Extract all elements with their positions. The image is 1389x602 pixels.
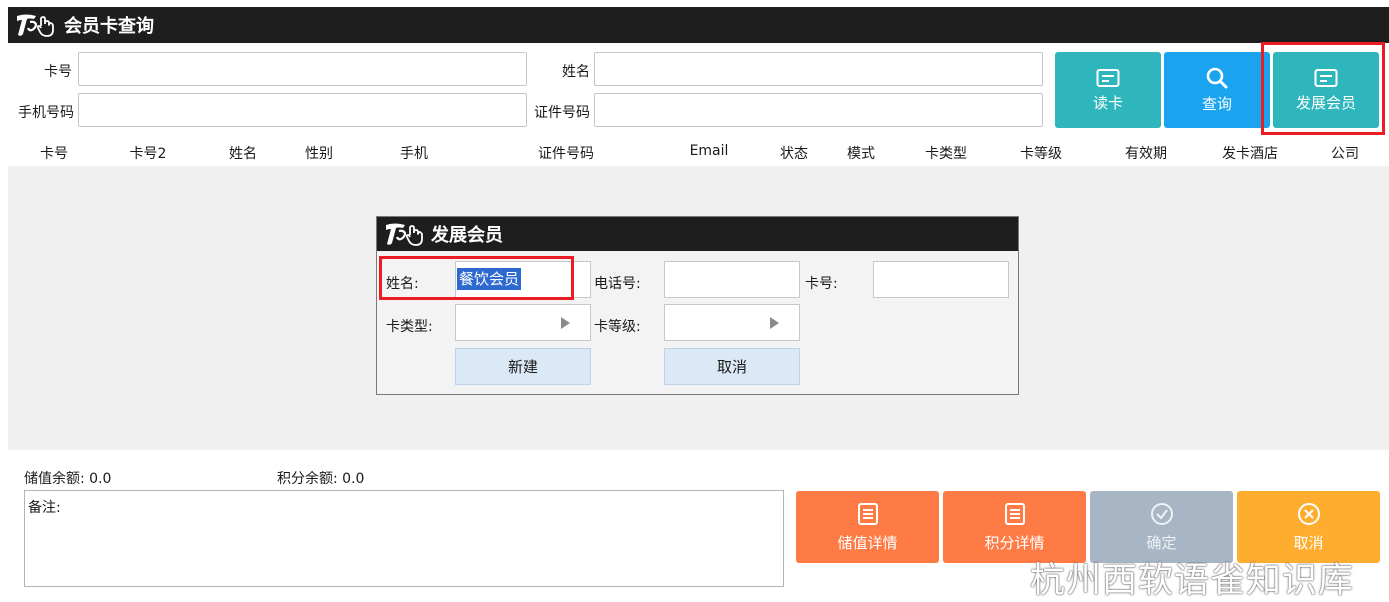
column-header[interactable]: 手机 xyxy=(400,143,428,163)
dialog-title: 发展会员 xyxy=(431,225,503,246)
new-member-dialog: 发展会员 姓名: 电话号: 卡号: 卡类型: 卡等级: 新建 取消 xyxy=(376,216,1019,395)
dialog-titlebar: 发展会员 xyxy=(377,217,1018,251)
column-header[interactable]: 卡号 xyxy=(40,143,68,163)
dropdown-arrow-icon xyxy=(770,317,779,329)
phone-label: 手机号码 xyxy=(18,105,74,121)
watermark-text: 杭州西软语雀知识库 xyxy=(1030,561,1355,601)
column-header[interactable]: Email xyxy=(690,143,729,159)
table-header: 卡号 卡号2 姓名 性别 手机 证件号码 Email 状态 模式 卡类型 卡等级… xyxy=(8,138,1389,166)
check-circle-icon xyxy=(1150,502,1173,525)
name-label: 姓名 xyxy=(562,64,590,80)
points-detail-label: 积分详情 xyxy=(984,533,1045,552)
column-header[interactable]: 公司 xyxy=(1331,143,1359,163)
card-level-select[interactable] xyxy=(664,304,800,341)
column-header[interactable]: 卡等级 xyxy=(1020,143,1062,163)
remark-textarea[interactable] xyxy=(24,490,784,587)
app-logo-icon xyxy=(383,220,429,248)
column-header[interactable]: 卡类型 xyxy=(925,143,967,163)
search-icon xyxy=(1206,67,1228,88)
read-card-button[interactable]: 读卡 xyxy=(1055,52,1161,128)
card-type-select[interactable] xyxy=(455,304,591,341)
highlight-box-new-member xyxy=(1261,42,1385,135)
points-balance: 积分余额: 0.0 xyxy=(277,471,365,487)
card-no-input[interactable] xyxy=(78,52,527,86)
column-header[interactable]: 有效期 xyxy=(1125,143,1167,163)
card-icon xyxy=(1096,68,1120,87)
confirm-label: 确定 xyxy=(1146,533,1177,552)
column-header[interactable]: 模式 xyxy=(847,143,875,163)
list-icon xyxy=(1004,502,1025,525)
window-titlebar: 会员卡查询 xyxy=(8,7,1389,43)
stored-detail-button[interactable]: 储值详情 xyxy=(796,491,939,563)
dialog-card-label: 卡号: xyxy=(805,276,838,292)
dialog-card-input[interactable] xyxy=(873,261,1009,298)
card-no-label: 卡号 xyxy=(44,64,72,80)
create-button[interactable]: 新建 xyxy=(455,348,591,385)
column-header[interactable]: 性别 xyxy=(305,143,333,163)
dialog-card-level-label: 卡等级: xyxy=(594,319,641,335)
highlight-box-name xyxy=(379,256,574,300)
dialog-cancel-button[interactable]: 取消 xyxy=(664,348,800,385)
column-header[interactable]: 卡号2 xyxy=(130,143,167,163)
cancel-label: 取消 xyxy=(1293,533,1324,552)
query-label: 查询 xyxy=(1201,94,1232,113)
stored-detail-label: 储值详情 xyxy=(837,533,898,552)
query-button[interactable]: 查询 xyxy=(1164,52,1270,128)
close-circle-icon xyxy=(1297,502,1320,525)
window-title: 会员卡查询 xyxy=(64,16,154,37)
column-header[interactable]: 证件号码 xyxy=(538,143,594,163)
id-number-label: 证件号码 xyxy=(534,105,590,121)
phone-input[interactable] xyxy=(78,93,527,127)
app-logo-icon xyxy=(14,11,60,39)
list-icon xyxy=(857,502,878,525)
dialog-phone-label: 电话号: xyxy=(594,276,641,292)
id-number-input[interactable] xyxy=(594,93,1043,127)
name-input[interactable] xyxy=(594,52,1043,86)
dialog-phone-input[interactable] xyxy=(664,261,800,298)
dropdown-arrow-icon xyxy=(561,317,570,329)
stored-balance: 储值余额: 0.0 xyxy=(24,471,112,487)
read-card-label: 读卡 xyxy=(1092,93,1123,112)
remark-label: 备注: xyxy=(28,500,61,516)
column-header[interactable]: 姓名 xyxy=(229,143,257,163)
dialog-card-type-label: 卡类型: xyxy=(386,319,433,335)
column-header[interactable]: 发卡酒店 xyxy=(1222,143,1278,163)
column-header[interactable]: 状态 xyxy=(780,143,808,163)
